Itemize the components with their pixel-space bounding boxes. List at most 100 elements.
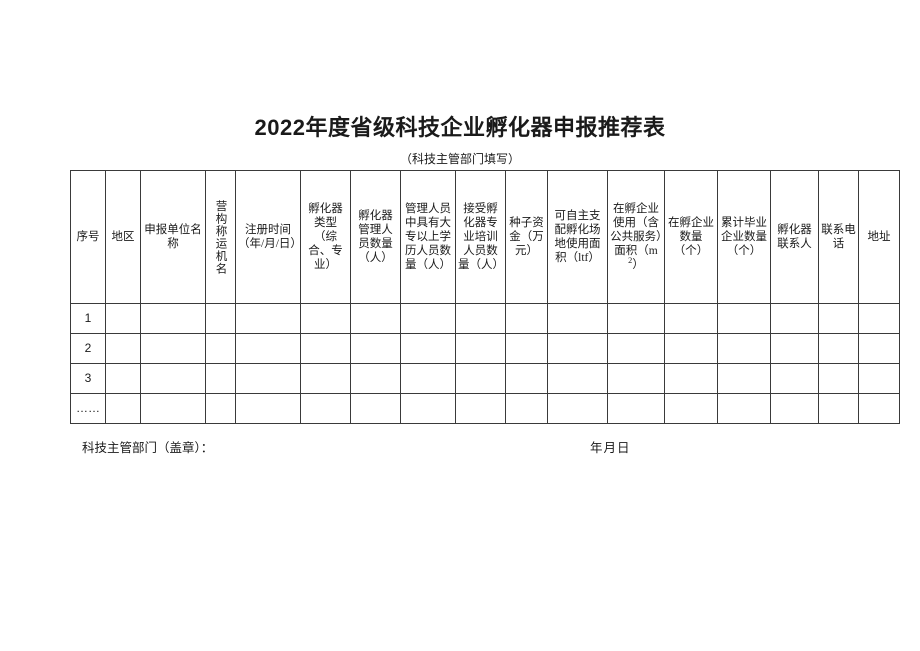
table-header-row: 序号 地区 申报单位名称 营构称运机名 注册时间（年/月/日） 孵化器类型（综合、专业） 孵… (70, 170, 900, 304)
table-row: 3 (70, 363, 900, 394)
document-page: 2022年度省级科技企业孵化器申报推荐表 （科技主管部门填写） 序号 地区 申报单位… (0, 0, 920, 651)
table-cell[interactable] (770, 333, 819, 364)
table-cell[interactable] (350, 363, 401, 394)
table-header-label: 孵化器类型（综合、专业） (308, 202, 343, 272)
table-cell[interactable] (400, 333, 456, 364)
table-cell[interactable] (547, 363, 608, 394)
table-header-label: 注册时间（年/月/日） (238, 223, 301, 250)
table-cell[interactable] (607, 393, 665, 424)
table-cell[interactable] (664, 393, 718, 424)
table-cell[interactable] (350, 303, 401, 334)
table-cell[interactable] (717, 303, 771, 334)
table-cell[interactable] (235, 303, 301, 334)
table-body: 1 2 3 …… (70, 303, 900, 424)
table-cell[interactable] (770, 303, 819, 334)
table-header-cell-5: 孵化器类型（综合、专业） (300, 170, 351, 304)
table-header-label: 序号 (76, 230, 100, 243)
table-cell[interactable] (547, 303, 608, 334)
table-cell[interactable] (547, 393, 608, 424)
table-cell[interactable] (400, 303, 456, 334)
table-header-label: 地址 (867, 230, 891, 243)
table-header-cell-6: 孵化器管理人员数量（人） (350, 170, 401, 304)
row-index-label: 3 (84, 370, 92, 385)
table-header-cell-7: 管理人员中具有大专以上学历人员数量（人） (400, 170, 456, 304)
table-cell[interactable] (400, 363, 456, 394)
table-cell[interactable] (350, 333, 401, 364)
table-cell[interactable] (505, 393, 548, 424)
row-index-cell: 3 (70, 363, 106, 394)
table-cell[interactable] (105, 333, 141, 364)
table-header-label: 营构称运机名 (214, 199, 227, 275)
table-header-label: 申报单位名称 (144, 223, 202, 250)
row-index-label: 1 (84, 310, 92, 325)
table-cell[interactable] (818, 363, 859, 394)
table-header-cell-1: 地区 (105, 170, 141, 304)
table-cell[interactable] (235, 333, 301, 364)
table-cell[interactable] (858, 303, 900, 334)
table-cell[interactable] (607, 303, 665, 334)
table-cell[interactable] (140, 363, 206, 394)
table-cell[interactable] (505, 333, 548, 364)
table-cell[interactable] (818, 303, 859, 334)
table-cell[interactable] (717, 333, 771, 364)
table-cell[interactable] (105, 393, 141, 424)
table-header-cell-3: 营构称运机名 (205, 170, 236, 304)
table-header-cell-16: 地址 (858, 170, 900, 304)
table-cell[interactable] (607, 363, 665, 394)
table-header-label: 在孵企业数量（个） (668, 216, 714, 257)
table-cell[interactable] (858, 333, 900, 364)
table-cell[interactable] (664, 333, 718, 364)
table-cell[interactable] (858, 363, 900, 394)
table-cell[interactable] (770, 393, 819, 424)
table-cell[interactable] (140, 303, 206, 334)
table-header-label: 孵化器管理人员数量（人） (358, 209, 393, 265)
row-index-cell: 1 (70, 303, 106, 334)
table-cell[interactable] (105, 363, 141, 394)
table-header-cell-13: 累计毕业企业数量（个） (717, 170, 771, 304)
table-cell[interactable] (607, 333, 665, 364)
table-cell[interactable] (300, 393, 351, 424)
table-cell[interactable] (664, 303, 718, 334)
table-header-cell-0: 序号 (70, 170, 106, 304)
footer: 科技主管部门（盖章）： 年月日 (70, 437, 856, 459)
table-cell[interactable] (505, 303, 548, 334)
page-title: 2022年度省级科技企业孵化器申报推荐表 (254, 115, 666, 140)
table-header-cell-15: 联系电话 (818, 170, 859, 304)
table-cell[interactable] (205, 303, 236, 334)
table-header-cell-9: 种子资金（万元） (505, 170, 548, 304)
table-cell[interactable] (455, 303, 506, 334)
table-cell[interactable] (664, 363, 718, 394)
date-label: 年月日 (590, 441, 631, 455)
table-cell[interactable] (547, 333, 608, 364)
table-cell[interactable] (205, 393, 236, 424)
table-header-label: 管理人员中具有大专以上学历人员数量（人） (405, 202, 451, 272)
table-cell[interactable] (770, 363, 819, 394)
row-index-label: 2 (84, 340, 92, 355)
table-cell[interactable] (300, 333, 351, 364)
table-cell[interactable] (717, 363, 771, 394)
table-cell[interactable] (455, 393, 506, 424)
table-cell[interactable] (205, 363, 236, 394)
table-header-label: 累计毕业企业数量（个） (721, 216, 767, 257)
table-cell[interactable] (455, 363, 506, 394)
table-cell[interactable] (300, 363, 351, 394)
table-cell[interactable] (140, 333, 206, 364)
table-cell[interactable] (505, 363, 548, 394)
table-cell[interactable] (105, 303, 141, 334)
table-cell[interactable] (235, 393, 301, 424)
row-index-cell: …… (70, 393, 106, 424)
table-cell[interactable] (205, 333, 236, 364)
table-header-label: 种子资金（万元） (509, 216, 544, 257)
table-cell[interactable] (350, 393, 401, 424)
table-cell[interactable] (235, 363, 301, 394)
table-cell[interactable] (818, 333, 859, 364)
table-cell[interactable] (858, 393, 900, 424)
table-cell[interactable] (140, 393, 206, 424)
table-cell[interactable] (455, 333, 506, 364)
table-cell[interactable] (818, 393, 859, 424)
table-header-label: 孵化器联系人 (777, 223, 812, 250)
table-header-cell-12: 在孵企业数量（个） (664, 170, 718, 304)
table-cell[interactable] (300, 303, 351, 334)
table-cell[interactable] (400, 393, 456, 424)
table-cell[interactable] (717, 393, 771, 424)
